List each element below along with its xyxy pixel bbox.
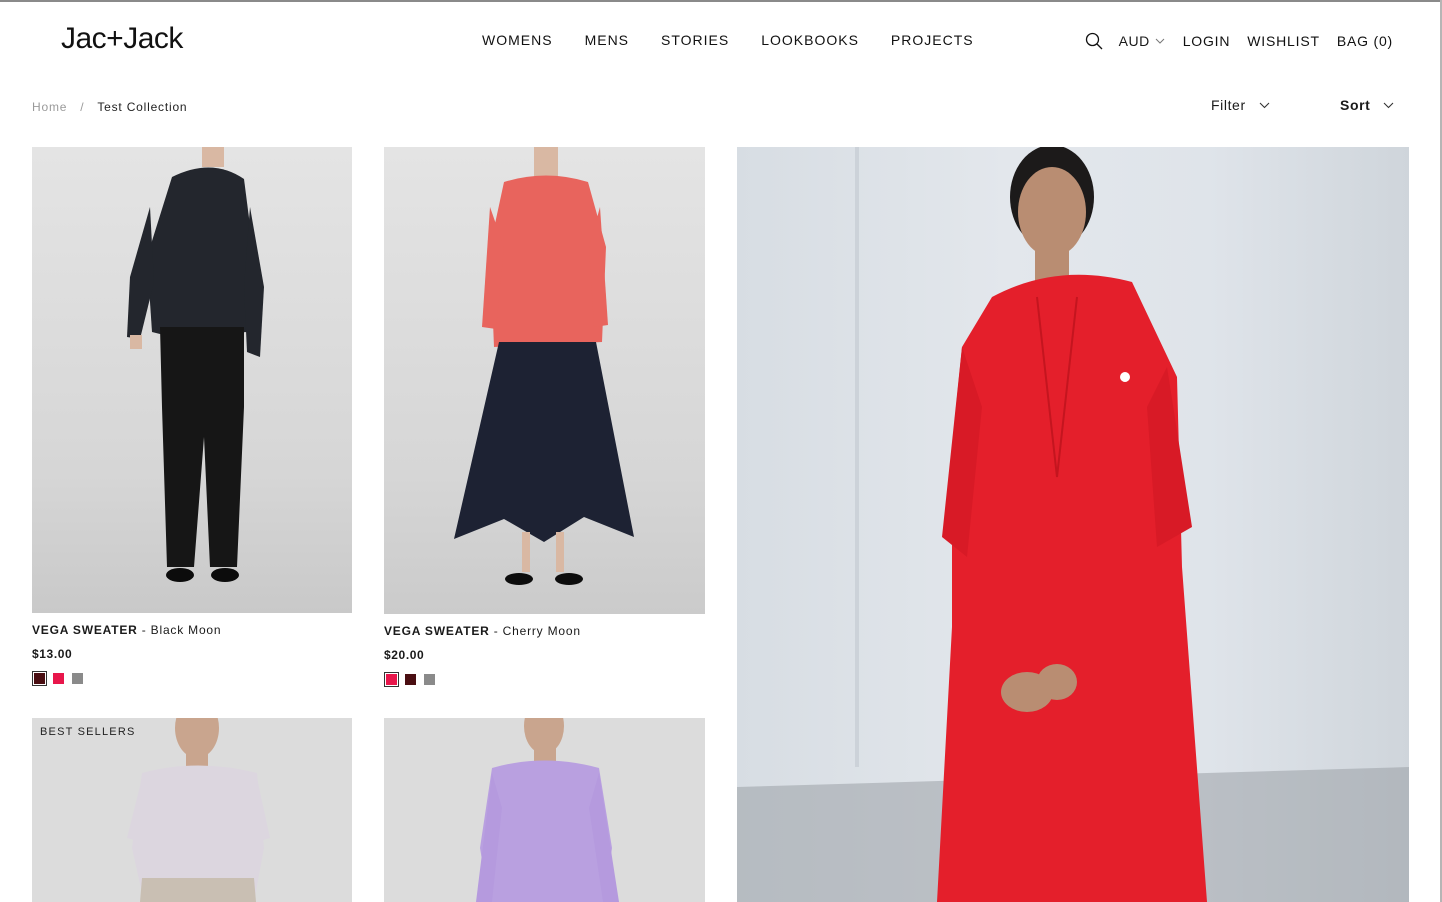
- breadcrumb-home[interactable]: Home: [32, 100, 67, 114]
- login-link[interactable]: LOGIN: [1183, 33, 1231, 49]
- nav-item-lookbooks[interactable]: LOOKBOOKS: [761, 32, 859, 48]
- currency-label: AUD: [1118, 33, 1150, 49]
- window-top-border: [0, 0, 1442, 2]
- product-image[interactable]: [384, 147, 705, 614]
- product-image[interactable]: [32, 718, 352, 902]
- product-variant: - Black Moon: [137, 623, 222, 637]
- product-image[interactable]: [384, 718, 705, 902]
- product-card[interactable]: VEGA SWEATER - Black Moon $13.00: [32, 147, 352, 692]
- breadcrumb: Home / Test Collection: [32, 100, 187, 114]
- product-price: $20.00: [384, 648, 425, 662]
- bag-link[interactable]: BAG (0): [1337, 33, 1393, 49]
- filter-label: Filter: [1211, 97, 1246, 113]
- product-card[interactable]: VEGA SWEATER - Cherry Moon $20.00: [384, 147, 705, 692]
- product-title[interactable]: VEGA SWEATER - Black Moon: [32, 623, 221, 637]
- main-nav: WOMENS MENS STORIES LOOKBOOKS PROJECTS: [482, 32, 1006, 48]
- product-name: VEGA SWEATER: [32, 623, 138, 637]
- product-card[interactable]: BEST SELLERS: [32, 718, 352, 902]
- chevron-down-icon: [1259, 102, 1270, 108]
- sort-label: Sort: [1340, 97, 1371, 113]
- product-card[interactable]: [384, 718, 705, 902]
- swatch-cherry[interactable]: [384, 672, 399, 687]
- chevron-down-icon: [1384, 102, 1394, 108]
- search-icon[interactable]: [1084, 31, 1104, 51]
- color-swatches: [384, 672, 435, 687]
- hotspot-dot[interactable]: [1120, 372, 1130, 382]
- model-figure: [127, 147, 264, 582]
- model-figure: [127, 718, 270, 902]
- chevron-down-icon: [1155, 38, 1165, 44]
- feature-image[interactable]: [737, 147, 1409, 902]
- breadcrumb-current: Test Collection: [97, 100, 188, 114]
- breadcrumb-separator: /: [80, 100, 85, 114]
- product-variant: - Cherry Moon: [489, 624, 581, 638]
- filter-dropdown[interactable]: Filter: [1211, 97, 1270, 113]
- currency-selector[interactable]: AUD: [1119, 33, 1165, 49]
- model-figure: [454, 147, 634, 585]
- best-sellers-badge: BEST SELLERS: [40, 726, 136, 738]
- swatch-grey[interactable]: [424, 674, 435, 685]
- product-name: VEGA SWEATER: [384, 624, 490, 638]
- swatch-burgundy[interactable]: [32, 671, 47, 686]
- model-figure: [476, 718, 619, 902]
- nav-item-projects[interactable]: PROJECTS: [891, 32, 974, 48]
- swatch-burgundy[interactable]: [405, 674, 416, 685]
- wishlist-link[interactable]: WISHLIST: [1247, 33, 1320, 49]
- utility-bar: AUD LOGIN WISHLIST BAG (0): [1084, 31, 1393, 51]
- swatch-grey[interactable]: [72, 673, 83, 684]
- nav-item-mens[interactable]: MENS: [585, 32, 629, 48]
- sort-dropdown[interactable]: Sort: [1340, 97, 1394, 113]
- product-title[interactable]: VEGA SWEATER - Cherry Moon: [384, 624, 581, 638]
- product-image[interactable]: [32, 147, 352, 613]
- nav-item-womens[interactable]: WOMENS: [482, 32, 553, 48]
- swatch-cherry[interactable]: [53, 673, 64, 684]
- product-price: $13.00: [32, 647, 73, 661]
- model-figure: [737, 147, 1409, 902]
- color-swatches: [32, 671, 83, 686]
- brand-logo[interactable]: Jac+Jack: [61, 22, 183, 56]
- nav-item-stories[interactable]: STORIES: [661, 32, 729, 48]
